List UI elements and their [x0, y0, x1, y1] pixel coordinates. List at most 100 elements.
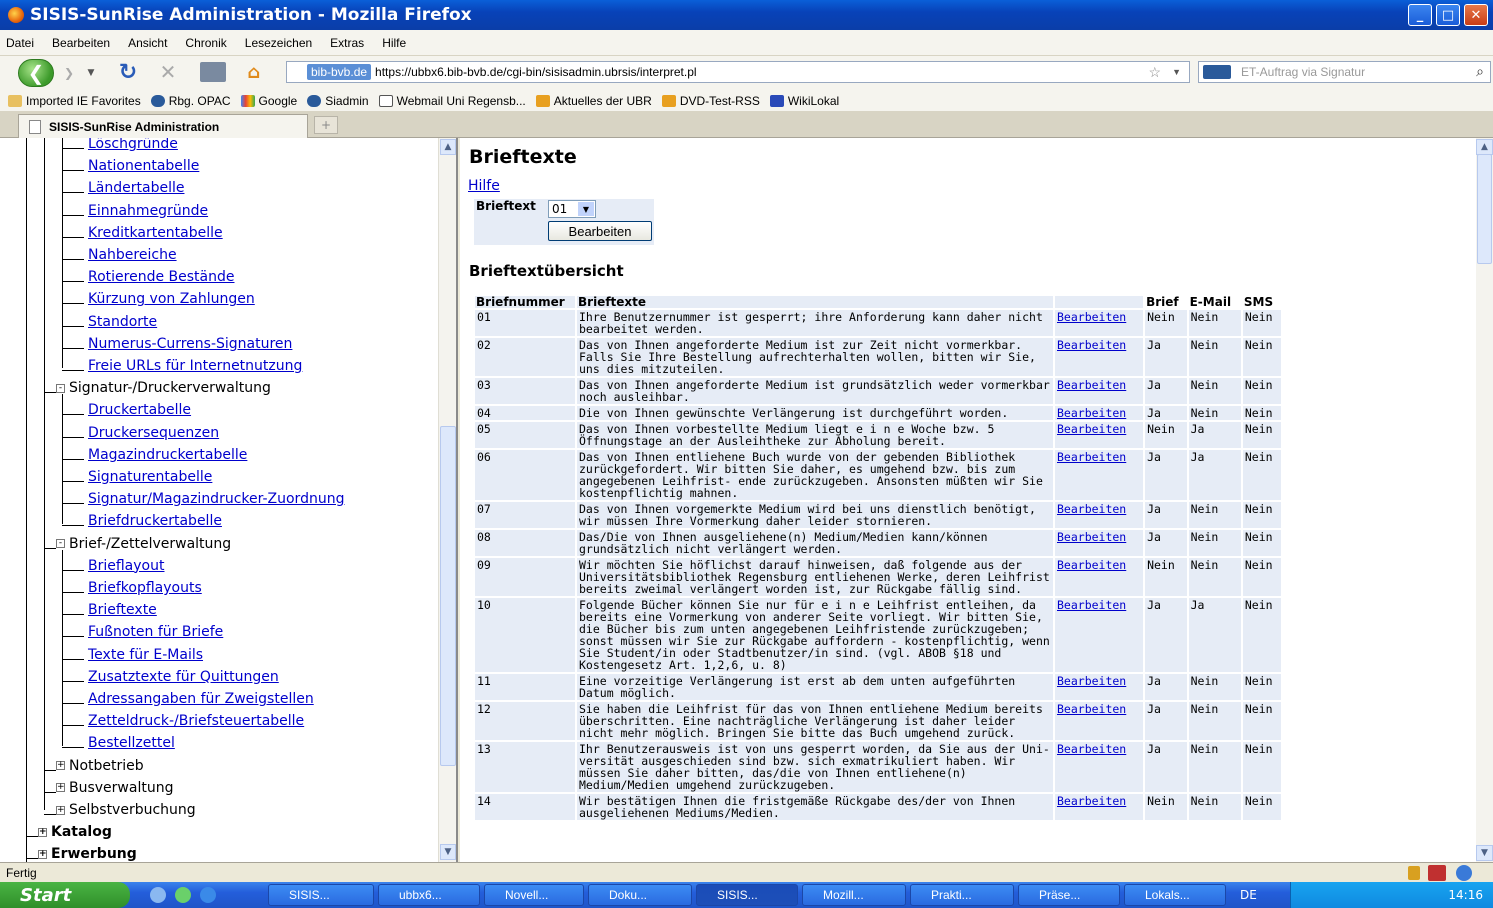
- sidebar-item[interactable]: Druckersequenzen: [88, 423, 219, 443]
- chevron-down-icon[interactable]: ▼: [578, 202, 594, 216]
- bookmark-imported-ie[interactable]: Imported IE Favorites: [8, 94, 141, 108]
- bookmark-webmail[interactable]: Webmail Uni Regensb...: [378, 94, 526, 108]
- bookmark-google[interactable]: Google: [240, 94, 297, 108]
- sidebar-folder[interactable]: + Busverwaltung: [56, 778, 173, 798]
- sidebar-folder[interactable]: + Katalog: [38, 822, 112, 842]
- sidebar-folder[interactable]: + Erwerbung: [38, 844, 137, 862]
- quicklaunch-icon[interactable]: [175, 887, 191, 903]
- bookmark-rbg-opac[interactable]: Rbg. OPAC: [150, 94, 231, 108]
- sidebar-item[interactable]: Signatur/Magazindrucker-Zuordnung: [88, 489, 344, 509]
- sidebar-item[interactable]: Briefdruckertabelle: [88, 511, 222, 531]
- search-bar[interactable]: ET-Auftrag via Signatur ⌕: [1198, 61, 1491, 83]
- scroll-up-icon[interactable]: ▲: [440, 139, 456, 155]
- sidebar-item[interactable]: Zusatztexte für Quittungen: [88, 667, 279, 687]
- expand-icon[interactable]: +: [56, 783, 65, 793]
- bookmark-dvd-test-rss[interactable]: DVD-Test-RSS: [661, 94, 760, 108]
- menu-ansicht[interactable]: Ansicht: [128, 36, 167, 50]
- edit-link[interactable]: Bearbeiten: [1057, 742, 1126, 756]
- edit-link[interactable]: Bearbeiten: [1057, 598, 1126, 612]
- minimize-button[interactable]: _: [1408, 4, 1432, 26]
- start-button[interactable]: Start: [0, 882, 130, 908]
- sidebar-item[interactable]: Fußnoten für Briefe: [88, 622, 223, 642]
- edit-link[interactable]: Bearbeiten: [1057, 450, 1126, 464]
- bookmark-wikilokal[interactable]: WikiLokal: [769, 94, 839, 108]
- close-button[interactable]: ✕: [1464, 4, 1488, 26]
- menu-bearbeiten[interactable]: Bearbeiten: [52, 36, 110, 50]
- addon-icon[interactable]: [1428, 865, 1446, 881]
- quicklaunch-icon[interactable]: [150, 887, 166, 903]
- sidebar-item[interactable]: Einnahmegründe: [88, 201, 208, 221]
- collapse-icon[interactable]: -: [56, 539, 65, 549]
- sidebar-item[interactable]: Numerus-Currens-Signaturen: [88, 334, 292, 354]
- edit-link[interactable]: Bearbeiten: [1057, 378, 1126, 392]
- scroll-down-icon[interactable]: ▼: [440, 844, 456, 860]
- back-button[interactable]: ❮: [18, 59, 54, 87]
- tab-sisis-admin[interactable]: SISIS-SunRise Administration: [18, 114, 308, 138]
- scroll-up-icon[interactable]: ▲: [1476, 139, 1493, 155]
- site-identity-badge[interactable]: bib-bvb.de: [307, 64, 372, 80]
- collapse-icon[interactable]: -: [56, 383, 65, 393]
- edit-link[interactable]: Bearbeiten: [1057, 310, 1126, 324]
- menu-datei[interactable]: Datei: [6, 36, 34, 50]
- language-indicator[interactable]: DE: [1240, 888, 1257, 902]
- url-bar[interactable]: bib-bvb.de https://ubbx6.bib-bvb.de/cgi-…: [286, 61, 1190, 83]
- info-icon[interactable]: [1456, 865, 1472, 881]
- bookmark-aktuelles-ubr[interactable]: Aktuelles der UBR: [535, 94, 652, 108]
- sidebar-item[interactable]: Standorte: [88, 312, 157, 332]
- sidebar-item[interactable]: Freie URLs für Internetnutzung: [88, 356, 302, 376]
- sidebar-item[interactable]: Zetteldruck-/Briefsteuertabelle: [88, 711, 304, 731]
- edit-link[interactable]: Bearbeiten: [1057, 530, 1126, 544]
- lock-icon[interactable]: [1408, 866, 1420, 880]
- edit-link[interactable]: Bearbeiten: [1057, 794, 1126, 808]
- taskbar-item[interactable]: Novell...: [484, 884, 584, 906]
- sidebar-folder[interactable]: + Notbetrieb: [56, 756, 144, 776]
- scroll-down-icon[interactable]: ▼: [1476, 845, 1493, 861]
- ie-icon[interactable]: [200, 887, 216, 903]
- brieftext-select[interactable]: 01 ▼: [548, 200, 596, 218]
- taskbar-item[interactable]: Lokals...: [1124, 884, 1226, 906]
- sidebar-item[interactable]: Magazindruckertabelle: [88, 445, 247, 465]
- sidebar-item[interactable]: Druckertabelle: [88, 400, 191, 420]
- new-tab-button[interactable]: +: [314, 116, 338, 134]
- sidebar-item[interactable]: Brieflayout: [88, 556, 164, 576]
- bookmark-star-icon[interactable]: ☆: [1148, 64, 1161, 81]
- reload-icon[interactable]: ↻: [116, 60, 140, 85]
- stop-icon[interactable]: ✕: [156, 60, 180, 84]
- help-link[interactable]: Hilfe: [468, 178, 500, 194]
- sidebar-item[interactable]: Rotierende Bestände: [88, 267, 235, 287]
- bookmark-siadmin[interactable]: Siadmin: [307, 94, 369, 108]
- edit-link[interactable]: Bearbeiten: [1057, 674, 1126, 688]
- taskbar-item[interactable]: Prakti...: [910, 884, 1014, 906]
- taskbar-item[interactable]: Präse...: [1018, 884, 1120, 906]
- edit-link[interactable]: Bearbeiten: [1057, 502, 1126, 516]
- expand-icon[interactable]: +: [56, 805, 65, 815]
- sidebar-item[interactable]: Bestellzettel: [88, 733, 175, 753]
- main-scrollbar[interactable]: ▲ ▼: [1476, 138, 1493, 862]
- taskbar-item[interactable]: SISIS...: [268, 884, 374, 906]
- edit-link[interactable]: Bearbeiten: [1057, 422, 1126, 436]
- edit-link[interactable]: Bearbeiten: [1057, 338, 1126, 352]
- sidebar-item[interactable]: Signaturentabelle: [88, 467, 212, 487]
- menu-lesezeichen[interactable]: Lesezeichen: [245, 36, 312, 50]
- expand-icon[interactable]: +: [56, 761, 65, 771]
- history-dropdown-icon[interactable]: ▼: [84, 64, 98, 82]
- expand-icon[interactable]: +: [38, 827, 47, 837]
- menu-hilfe[interactable]: Hilfe: [382, 36, 406, 50]
- sidebar-item[interactable]: Adressangaben für Zweigstellen: [88, 689, 314, 709]
- expand-icon[interactable]: +: [38, 849, 47, 859]
- menu-chronik[interactable]: Chronik: [185, 36, 226, 50]
- edit-link[interactable]: Bearbeiten: [1057, 406, 1126, 420]
- url-dropdown-icon[interactable]: ▼: [1172, 67, 1181, 77]
- sidebar-item[interactable]: Nationentabelle: [88, 156, 199, 176]
- menu-extras[interactable]: Extras: [330, 36, 364, 50]
- scrollbar-thumb[interactable]: [440, 426, 456, 766]
- sidebar-scrollbar[interactable]: ▲ ▼: [438, 138, 456, 862]
- search-engine-icon[interactable]: [1203, 65, 1231, 79]
- home-icon[interactable]: ⌂: [242, 60, 266, 84]
- sidebar-folder[interactable]: - Brief-/Zettelverwaltung: [56, 534, 231, 554]
- scrollbar-thumb[interactable]: [1477, 154, 1492, 264]
- sidebar-item[interactable]: Kürzung von Zahlungen: [88, 289, 255, 309]
- sidebar-item[interactable]: Löschgründe: [88, 138, 178, 154]
- taskbar-item[interactable]: SISIS...: [696, 884, 798, 906]
- clock[interactable]: 14:16: [1448, 888, 1483, 902]
